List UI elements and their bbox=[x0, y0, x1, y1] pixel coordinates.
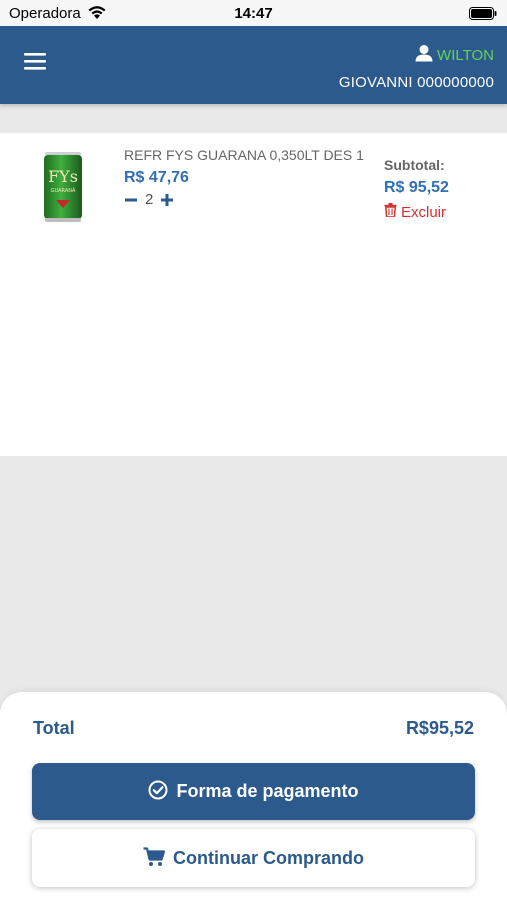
quantity-value: 2 bbox=[145, 191, 154, 208]
battery-icon bbox=[469, 7, 497, 24]
payment-method-button[interactable]: Forma de pagamento bbox=[32, 763, 475, 820]
user-info: WILTON GIOVANNI 000000000 bbox=[339, 44, 494, 91]
check-circle-icon bbox=[148, 780, 168, 803]
continue-shopping-label: Continuar Comprando bbox=[173, 847, 364, 868]
product-image-brand: FYs bbox=[48, 167, 78, 186]
hamburger-menu-icon[interactable] bbox=[22, 50, 50, 76]
remove-item-button[interactable]: Excluir bbox=[384, 203, 449, 222]
cart-list: FYs GUARANÁ REFR FYS GUARANA 0,350LT DES… bbox=[0, 133, 507, 456]
app-header: WILTON GIOVANNI 000000000 bbox=[0, 26, 507, 104]
subtotal-label: Subtotal: bbox=[384, 157, 445, 173]
decrease-quantity-button[interactable] bbox=[124, 193, 138, 207]
quantity-stepper: 2 bbox=[124, 191, 374, 208]
user-icon bbox=[415, 44, 433, 67]
total-label: Total bbox=[33, 718, 75, 738]
product-info: REFR FYS GUARANA 0,350LT DES 1 R$ 47,76 … bbox=[124, 145, 374, 208]
product-image: FYs GUARANÁ bbox=[40, 150, 86, 224]
total-value: R$95,52 bbox=[405, 718, 474, 738]
product-price: R$ 47,76 bbox=[124, 169, 189, 186]
checkout-panel: Total R$95,52 Forma de pagamento Continu… bbox=[0, 692, 507, 900]
trash-icon bbox=[384, 203, 397, 222]
cart-item: FYs GUARANÁ REFR FYS GUARANA 0,350LT DES… bbox=[0, 133, 507, 243]
remove-label: Excluir bbox=[401, 204, 447, 221]
subtotal-block: Subtotal: R$ 95,52 Excluir bbox=[384, 157, 449, 222]
subtotal-value: R$ 95,52 bbox=[384, 179, 449, 196]
product-image-subtext: GUARANÁ bbox=[51, 187, 76, 194]
clock: 14:47 bbox=[234, 5, 273, 22]
status-bar: Operadora 14:47 bbox=[0, 0, 507, 26]
shopping-cart-icon bbox=[143, 846, 166, 870]
continue-shopping-button[interactable]: Continuar Comprando bbox=[32, 829, 475, 887]
increase-quantity-button[interactable] bbox=[160, 193, 174, 207]
payment-method-label: Forma de pagamento bbox=[176, 781, 359, 801]
user-detail: GIOVANNI 000000000 bbox=[338, 74, 494, 91]
product-name: REFR FYS GUARANA 0,350LT DES 1 bbox=[124, 147, 364, 163]
user-name: WILTON bbox=[437, 47, 494, 64]
